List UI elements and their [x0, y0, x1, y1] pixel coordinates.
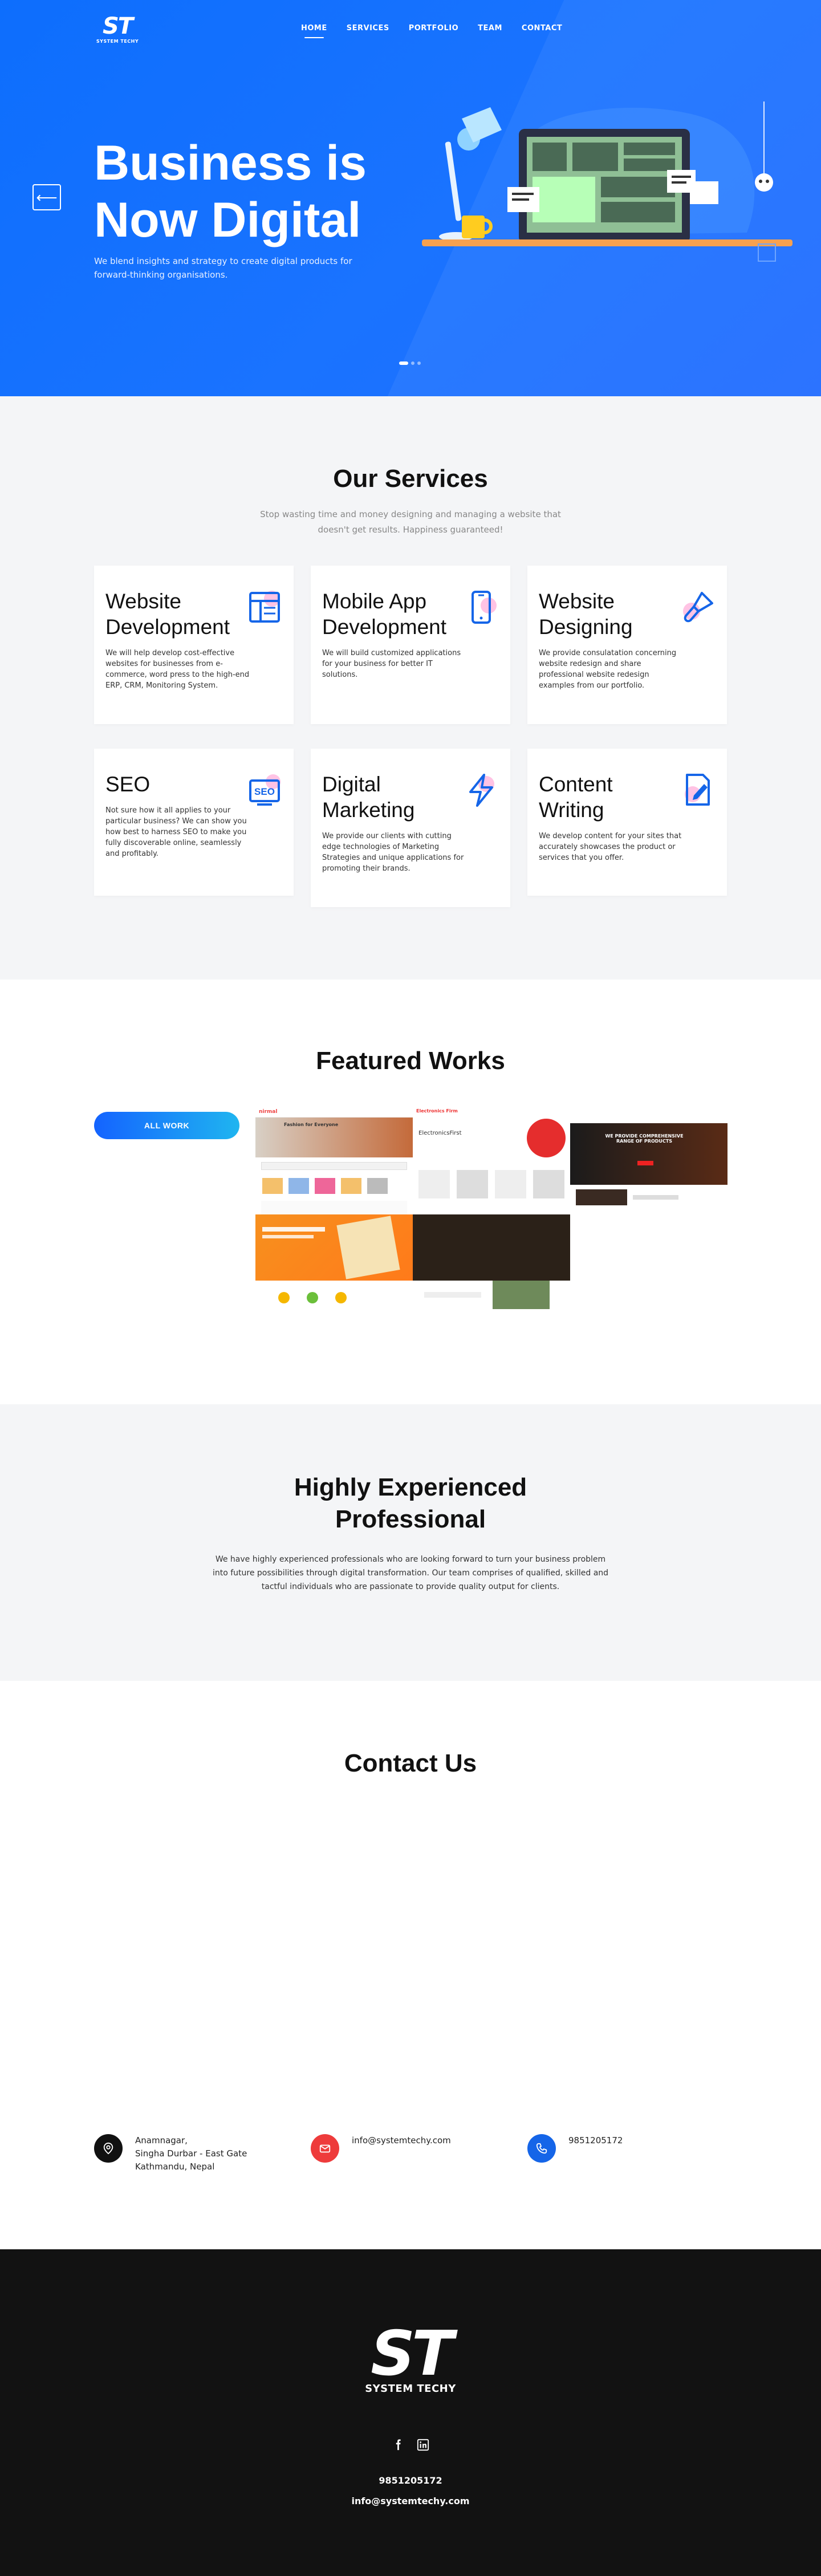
footer-phone[interactable]: 9851205172 [0, 2475, 821, 2486]
shot-orange-promo [255, 1214, 413, 1281]
contact-address: Anamnagar, Singha Durbar - East Gate Kat… [94, 2134, 247, 2173]
arrow-left-icon: ⟵ [36, 188, 58, 206]
workspace-illustration [422, 101, 792, 262]
shot-dark-photo [413, 1214, 570, 1281]
shot-heading: ElectronicsFirst [418, 1130, 462, 1136]
linkedin-icon[interactable] [417, 2439, 429, 2451]
shot-slogan: Fashion for Everyone [284, 1122, 339, 1127]
document-edit-icon [685, 774, 710, 806]
logo-wordmark: SYSTEM TECHY [96, 39, 139, 44]
service-card-mobile-app[interactable]: Mobile App Development We will build cus… [311, 566, 510, 724]
services-section: Our Services Stop wasting time and money… [0, 396, 821, 980]
svg-text:SEO: SEO [254, 786, 275, 797]
site-footer: ST SYSTEM TECHY 9851205172 info@systemte… [0, 2249, 821, 2576]
address-line-3: Kathmandu, Nepal [135, 2161, 215, 2172]
shot-header [570, 1107, 727, 1123]
shot-heading: WE PROVIDE COMPREHENSIVE RANGE OF PRODUC… [605, 1133, 684, 1144]
experience-text: We have highly experienced professionals… [212, 1555, 609, 1591]
shot-content-row [570, 1185, 727, 1210]
footer-email[interactable]: info@systemtechy.com [0, 2496, 821, 2506]
phone-icon [527, 2134, 556, 2163]
all-work-button[interactable]: ALL WORK [94, 1112, 239, 1139]
brand-logo[interactable]: ST SYSTEM TECHY [94, 15, 141, 44]
service-title: Website Development [105, 590, 230, 639]
lightning-icon [469, 774, 494, 807]
services-title: Our Services [333, 465, 488, 493]
shot-brand: Electronics Firm [416, 1108, 458, 1114]
facebook-icon[interactable] [392, 2439, 404, 2451]
shot-hero-banner: WE PROVIDE COMPREHENSIVE RANGE OF PRODUC… [570, 1123, 727, 1185]
nav-link-portfolio[interactable]: PORTFOLIO [409, 24, 458, 32]
service-title: Website Designing [539, 590, 633, 639]
slider-dot-1[interactable] [399, 361, 408, 365]
portfolio-item-products-site[interactable]: WE PROVIDE COMPREHENSIVE RANGE OF PRODUC… [570, 1107, 727, 1221]
footer-logo-mark: ST [371, 2318, 453, 2390]
location-pin-icon [94, 2134, 123, 2163]
paint-brush-icon [683, 592, 713, 623]
hero-title-line-1: Business is [94, 136, 367, 190]
address-line-1: Anamnagar, [135, 2135, 188, 2146]
address-line-2: Singha Durbar - East Gate [135, 2148, 247, 2159]
smartphone-icon [472, 591, 497, 624]
contact-email-link[interactable]: info@systemtechy.com [352, 2134, 451, 2163]
service-text: Not sure how it all applies to your part… [105, 806, 247, 858]
slider-dot-3[interactable] [417, 361, 421, 365]
contact-phone: 9851205172 [527, 2134, 623, 2163]
hero-title: Business is Now Digital [94, 135, 367, 249]
service-text: We provide consulatation concerning webs… [539, 649, 677, 690]
service-card-seo[interactable]: SEO Not sure how it all applies to your … [94, 749, 294, 896]
contact-email: info@systemtechy.com [311, 2134, 451, 2163]
portfolio-item-fashion-site[interactable]: nirmal Fashion for Everyone [255, 1107, 413, 1319]
service-title: Content Writing [539, 773, 613, 822]
nav-link-contact[interactable]: CONTACT [522, 24, 562, 32]
service-title: Digital Marketing [322, 773, 415, 822]
service-text: We provide our clients with cutting edge… [322, 832, 464, 873]
service-title: SEO [105, 773, 151, 796]
service-card-content-writing[interactable]: Content Writing We develop content for y… [527, 749, 727, 896]
mail-icon [311, 2134, 339, 2163]
nav-link-services[interactable]: SERVICES [347, 24, 389, 32]
main-menu: HOME SERVICES PORTFOLIO TEAM CONTACT [301, 24, 562, 38]
shot-footer-row [255, 1281, 413, 1319]
hero-title-line-2: Now Digital [94, 193, 361, 247]
service-title: Mobile App Development [322, 590, 447, 639]
shot-search-bar [261, 1162, 407, 1170]
nav-link-team[interactable]: TEAM [478, 24, 502, 32]
layout-icon [249, 591, 280, 623]
shot-product-row [418, 1170, 564, 1198]
service-card-web-design[interactable]: Website Designing We provide consulatati… [527, 566, 727, 724]
featured-works-section: Featured Works ALL WORK nirmal Fashion f… [0, 980, 821, 1404]
logo-mark: ST [102, 13, 133, 39]
service-card-digital-marketing[interactable]: Digital Marketing We provide our clients… [311, 749, 510, 907]
service-text: We will build customized applications fo… [322, 649, 461, 679]
service-text: We develop content for your sites that a… [539, 832, 682, 862]
contact-title: Contact Us [344, 1749, 477, 1777]
services-subtitle: Stop wasting time and money designing an… [260, 509, 561, 535]
hero-subtitle: We blend insights and strategy to create… [94, 256, 352, 280]
footer-logo-wordmark: SYSTEM TECHY [365, 2383, 456, 2395]
shot-red-circle [527, 1119, 566, 1157]
seo-icon: SEO [249, 774, 281, 806]
slider-pagination [399, 361, 421, 365]
service-text: We will help develop cost-effective webs… [105, 649, 250, 690]
footer-logo[interactable]: ST SYSTEM TECHY [0, 2318, 821, 2395]
service-card-web-development[interactable]: Website Development We will help develop… [94, 566, 294, 724]
shot-footer-area [413, 1281, 570, 1319]
experience-title: Highly Experienced Professional [294, 1473, 527, 1533]
social-links [0, 2439, 821, 2451]
slider-dot-2[interactable] [411, 361, 414, 365]
shot-banner: Fashion for Everyone [255, 1118, 413, 1157]
services-grid: Website Development We will help develop… [94, 566, 727, 907]
hero-section: ST SYSTEM TECHY HOME SERVICES PORTFOLIO … [0, 0, 821, 396]
contact-phone-number[interactable]: 9851205172 [568, 2134, 623, 2163]
top-navigation: ST SYSTEM TECHY HOME SERVICES PORTFOLIO … [0, 0, 821, 63]
shot-category-row [255, 1175, 413, 1197]
experience-section: Highly Experienced Professional We have … [0, 1404, 821, 1681]
nav-link-home[interactable]: HOME [301, 24, 327, 38]
contact-section: Contact Us Anamnagar, Singha Durbar - Ea… [0, 1681, 821, 2249]
shot-brand: nirmal [255, 1107, 413, 1118]
portfolio-item-electronics-site[interactable]: Electronics Firm ElectronicsFirst [413, 1107, 570, 1319]
slider-prev-button[interactable]: ⟵ [32, 184, 61, 210]
works-title: Featured Works [316, 1047, 505, 1075]
